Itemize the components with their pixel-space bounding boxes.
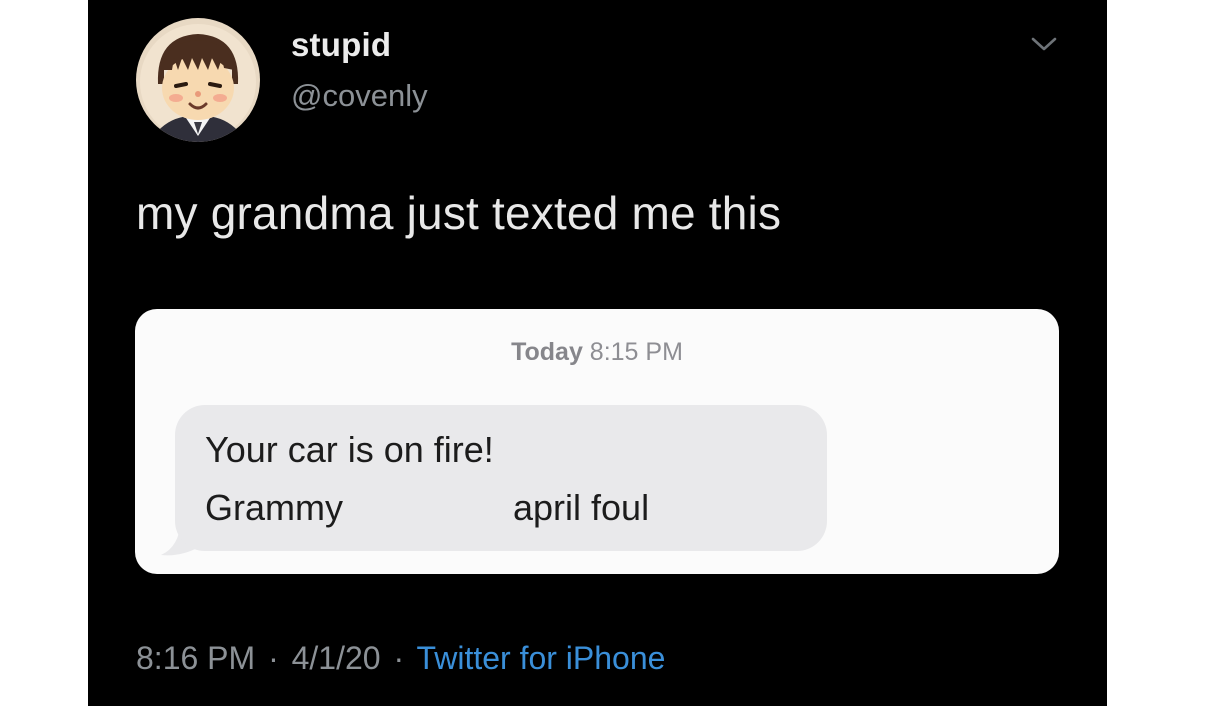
- message-signature: Grammy: [205, 487, 343, 528]
- separator: ·: [268, 640, 279, 676]
- tweet-text: my grandma just texted me this: [136, 187, 782, 239]
- avatar-image: [136, 18, 260, 142]
- tweet-footer: 8:16 PM · 4/1/20 · Twitter for iPhone: [136, 640, 665, 677]
- tweet-media-image[interactable]: Today 8:15 PM Your car is on fire! Gramm…: [135, 309, 1059, 574]
- user-handle[interactable]: @covenly: [291, 78, 428, 114]
- display-name[interactable]: stupid: [291, 26, 391, 64]
- tweet-date[interactable]: 4/1/20: [292, 640, 381, 676]
- message-timestamp: Today 8:15 PM: [135, 338, 1059, 367]
- message-signoff: april foul: [513, 487, 650, 528]
- separator: ·: [393, 640, 405, 676]
- message-line: Your car is on fire!: [205, 429, 494, 470]
- message-bubble: Your car is on fire! Grammy april foul: [175, 405, 827, 551]
- chevron-down-icon[interactable]: [1030, 34, 1058, 54]
- tweet-card: stupid @covenly my grandma just texted m…: [88, 0, 1107, 706]
- avatar[interactable]: [136, 18, 260, 142]
- tweet-source-link[interactable]: Twitter for iPhone: [416, 640, 665, 676]
- tweet-time[interactable]: 8:16 PM: [136, 640, 255, 676]
- timestamp-day: Today: [511, 338, 583, 366]
- timestamp-time: 8:15 PM: [589, 338, 683, 366]
